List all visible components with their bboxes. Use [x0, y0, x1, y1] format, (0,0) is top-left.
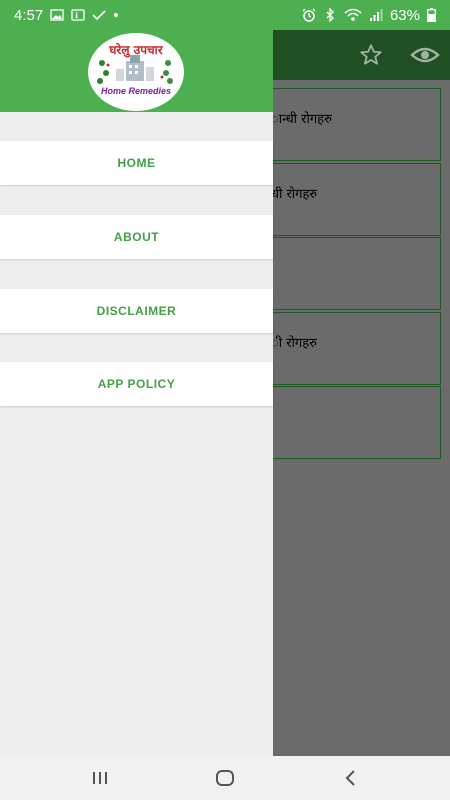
recents-icon[interactable] — [88, 766, 112, 790]
menu-item-home[interactable]: HOME — [0, 141, 273, 185]
menu-item-disclaimer[interactable]: DISCLAIMER — [0, 289, 273, 333]
bluetooth-icon — [323, 8, 337, 22]
image-icon — [50, 8, 64, 22]
app-logo: घरेलु उपचार Home Remedies — [88, 33, 184, 111]
eye-icon[interactable] — [410, 42, 440, 68]
menu-item-app-policy[interactable]: APP POLICY — [0, 362, 273, 406]
category-card[interactable]: धी रोगहरु — [262, 163, 441, 236]
category-card[interactable]: ी रोगहरु — [262, 312, 441, 385]
back-icon[interactable] — [339, 766, 363, 790]
status-time: 4:57 — [14, 6, 44, 24]
menu-item-about[interactable]: ABOUT — [0, 215, 273, 259]
svg-text:ℹ: ℹ — [75, 11, 78, 20]
menu-item-disclaimer-label: DISCLAIMER — [96, 304, 177, 318]
category-card-text: ी रोगहरु — [271, 336, 317, 351]
status-bar: 4:57 ℹ • 63% — [0, 0, 450, 30]
category-card-text: धी रोगहरु — [271, 187, 318, 202]
category-card[interactable]: ान्धी रोगहरु — [262, 88, 441, 161]
category-card[interactable] — [262, 386, 441, 459]
signal-icon — [369, 8, 383, 22]
system-nav-bar — [0, 756, 450, 800]
home-icon[interactable] — [213, 766, 237, 790]
logo-artwork — [97, 55, 173, 84]
status-left: 4:57 ℹ • — [14, 7, 118, 24]
wifi-icon — [344, 8, 362, 22]
category-card[interactable] — [262, 237, 441, 310]
battery-icon — [427, 8, 436, 22]
alarm-icon — [302, 8, 316, 22]
menu-item-app-policy-label: APP POLICY — [97, 377, 176, 391]
check-icon — [92, 8, 106, 22]
star-icon[interactable] — [358, 42, 384, 68]
menu-item-home-label: HOME — [117, 156, 156, 170]
notification-dot: • — [113, 6, 119, 24]
menu-item-about-label: ABOUT — [113, 230, 160, 244]
navigation-drawer: घरेलु उपचार Home Remedies HOME ABOUT DIS… — [0, 30, 273, 756]
assistant-icon: ℹ — [71, 8, 85, 22]
logo-subtitle: Home Remedies — [100, 86, 172, 96]
status-right: 63% — [302, 7, 436, 24]
category-card-text: ान्धी रोगहरु — [271, 112, 332, 127]
battery-percent: 63% — [389, 6, 420, 24]
drawer-header: घरेलु उपचार Home Remedies — [0, 30, 273, 112]
